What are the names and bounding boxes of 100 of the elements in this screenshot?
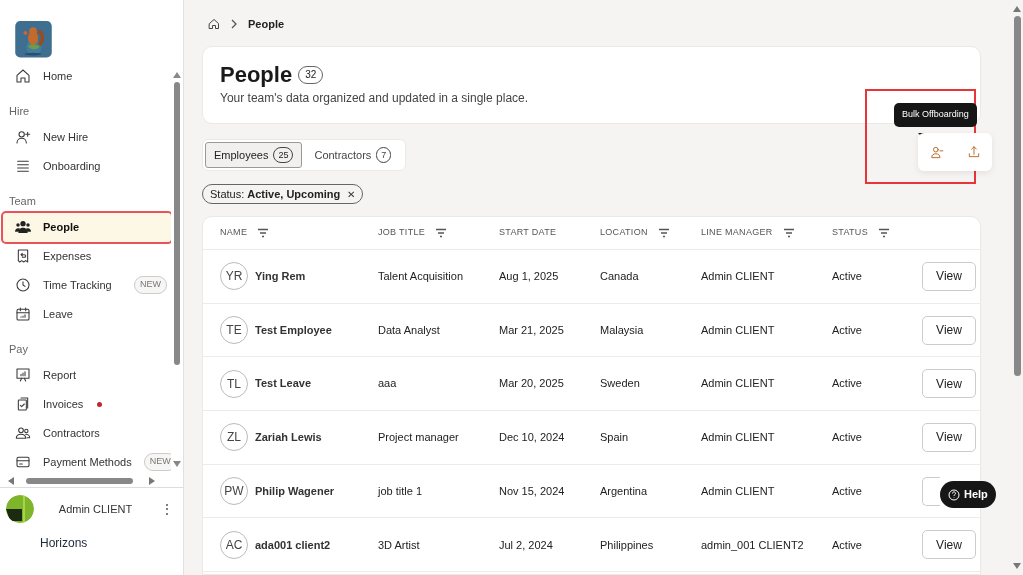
chevron-right-icon [230,19,238,29]
table-cell-text: Canada [600,269,640,285]
table-cell-text: Spain [600,430,630,446]
nav-item[interactable]: New Hire [3,122,171,152]
employee-name: Zariah Lewis [255,430,322,446]
view-button[interactable]: View [922,369,976,399]
table-cell-text: Aug 1, 2025 [499,269,560,285]
view-button[interactable]: View [922,315,976,345]
section-heading: Team [8,194,37,210]
credit-card-icon [15,454,31,470]
scroll-down-icon[interactable] [1013,563,1021,569]
filter-icon[interactable] [877,227,890,239]
table-cell-text: Data Analyst [378,322,441,338]
column-header: NAME [220,226,248,240]
nav-item[interactable]: Leave [3,299,171,329]
nav-item[interactable]: Time Tracking NEW [3,270,171,300]
scroll-up-icon[interactable] [173,72,181,78]
table-cell-text: Admin CLIENT [701,269,776,285]
column-header: LOCATION [600,226,648,240]
scroll-right-icon[interactable] [149,476,155,485]
list-icon [15,158,31,174]
table-cell-text: admin_001 CLIENT2 [701,537,805,553]
table-cell-text: aaa [378,376,398,392]
column-header: LINE MANAGER [701,226,773,240]
user-plus-icon [15,129,31,145]
table-cell-text: Admin CLIENT [701,430,776,446]
page-title: People [220,64,293,86]
filter-icon[interactable] [257,227,270,239]
nav-item[interactable]: Report [3,360,171,390]
scroll-left-icon[interactable] [8,476,14,485]
clipboard-icon [15,396,31,412]
nav-item[interactable]: People [3,212,171,242]
table-cell-text: Sweden [600,376,641,392]
table-cell-text: Admin CLIENT [701,376,776,392]
help-button[interactable]: Help [940,481,996,508]
tooltip: Bulk Offboarding [894,103,977,127]
table-cell-text: Talent Acquisition [378,269,464,285]
user-name: Admin CLIENT [57,501,134,517]
new-badge: NEW [143,453,171,471]
table-cell-text: job title 1 [378,483,424,499]
upload-icon[interactable] [966,145,981,159]
table-cell-text: Active [832,376,863,392]
company-name: Horizons [39,535,89,552]
table-cell-text: Active [832,322,863,338]
people-icon [15,425,31,441]
nav-item[interactable]: Home [3,61,171,91]
table-cell-text: Philippines [600,537,655,553]
filter-icon[interactable] [657,227,670,239]
table-cell-text: Nov 15, 2024 [499,483,566,499]
table-cell-text: Dec 10, 2024 [499,430,566,446]
breadcrumb-current: People [248,16,285,32]
filter-icon[interactable] [435,227,448,239]
nav-item[interactable]: Invoices [3,389,171,419]
view-button[interactable]: View [922,261,976,291]
column-header: START DATE [499,226,557,240]
scroll-up-icon[interactable] [1013,6,1021,12]
close-button[interactable]: ✕ [347,186,356,202]
more-button[interactable]: ⋮ [157,500,177,518]
calendar-icon [15,306,31,322]
table-cell-text: Active [832,430,863,446]
employee-name: ada001 client2 [255,537,331,553]
tab[interactable]: Contractors 7 [302,142,404,168]
users-icon [15,219,31,235]
employee-name: Philip Wagener [255,483,335,499]
table-cell-text: Project manager [378,430,460,446]
employee-name: Ying Rem [255,269,306,285]
table-cell-text: Jul 2, 2024 [499,537,554,553]
page-subtitle: Your team's data organized and updated in a single place. [220,90,530,107]
nav-item[interactable]: Payment Methods NEW [3,447,171,477]
user-minus-icon[interactable] [929,145,944,159]
view-button[interactable]: View [922,530,976,560]
section-heading: Hire [8,104,31,120]
receipt-icon [15,248,31,264]
employee-name: Test Employee [255,322,332,338]
nav-item[interactable]: Expenses [3,241,171,271]
view-button[interactable]: View [922,422,976,452]
employee-name: Test Leave [255,376,312,392]
new-badge: NEW [134,276,167,294]
table-cell-text: 3D Artist [378,537,421,553]
home-icon [15,68,31,84]
table-cell-text: Admin CLIENT [701,483,776,499]
chart-board-icon [15,367,31,383]
scroll-down-icon[interactable] [173,461,181,467]
section-heading: Pay [8,342,29,358]
table-cell-text: Admin CLIENT [701,322,776,338]
nav-item[interactable]: Onboarding [3,151,171,181]
table-cell-text: Mar 21, 2025 [499,322,565,338]
table-cell-text: Mar 20, 2025 [499,376,565,392]
table-cell-text: Active [832,537,863,553]
column-header: STATUS [832,226,868,240]
table-cell-text: Argentina [600,483,649,499]
table-cell-text: Active [832,483,863,499]
table-cell-text: Malaysia [600,322,645,338]
help-icon [948,488,960,501]
home-icon[interactable] [208,18,220,30]
tab[interactable]: Employees 25 [205,142,303,168]
filter-icon[interactable] [782,227,795,239]
clock-icon [15,277,31,293]
table-cell-text: Active [832,269,863,285]
nav-item[interactable]: Contractors [3,418,171,448]
